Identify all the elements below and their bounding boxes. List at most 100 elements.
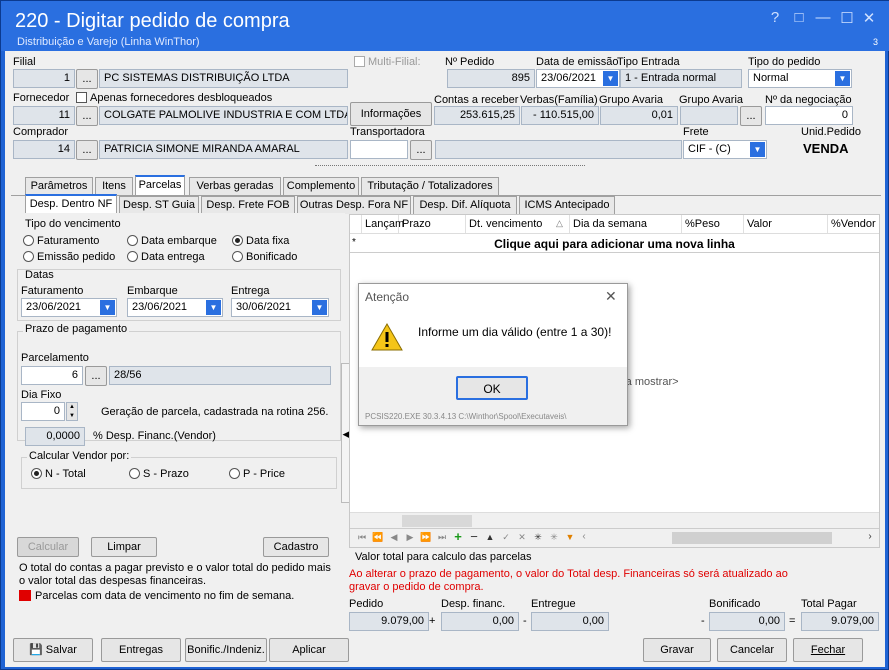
radio-vendor-prazo[interactable]: S - Prazo — [129, 468, 189, 480]
chevron-down-icon[interactable]: ▼ — [312, 300, 327, 315]
subtab-desp-st-guia[interactable]: Desp. ST Guia — [119, 196, 199, 214]
salvar-button[interactable]: 💾 Salvar — [13, 638, 93, 662]
col-lancam[interactable]: Lançam — [362, 215, 404, 233]
radio-emissao-pedido[interactable]: Emissão pedido — [23, 251, 115, 263]
grid-hscroll-thumb[interactable] — [402, 515, 472, 527]
radio-data-entrega[interactable]: Data entrega — [127, 251, 205, 263]
parcelamento-field[interactable]: 6 — [21, 366, 83, 385]
close-icon[interactable]: ✕ — [605, 288, 617, 305]
add-row[interactable]: * Clique aqui para adicionar uma nova li… — [350, 235, 879, 253]
help-icon[interactable]: ? — [765, 9, 785, 26]
bonific-button[interactable]: Bonific./Indeniz. — [185, 638, 267, 662]
grupo-avaria-search-button[interactable]: ... — [740, 106, 762, 126]
radio-data-fixa[interactable]: Data fixa — [232, 235, 289, 247]
minimize-icon[interactable]: — — [813, 9, 833, 26]
subtab-outras-desp[interactable]: Outras Desp. Fora NF — [297, 196, 411, 214]
frete-select[interactable]: CIF - (C) ▼ — [683, 140, 767, 159]
add-record-icon[interactable]: + — [450, 529, 466, 545]
comprador-search-button[interactable]: ... — [76, 140, 98, 160]
bonificado-field: 0,00 — [709, 612, 785, 631]
multi-filial-checkbox[interactable]: Multi-Filial: — [354, 56, 421, 68]
subtab-desp-dif-aliquota[interactable]: Desp. Dif. Alíquota — [413, 196, 517, 214]
transportadora-code-field[interactable] — [350, 140, 408, 159]
col-prazo[interactable]: Prazo — [399, 215, 466, 233]
tab-parcelas[interactable]: Parcelas — [135, 175, 185, 195]
tab-parametros[interactable]: Parâmetros — [25, 177, 93, 195]
informacoes-button[interactable]: Informações — [350, 102, 432, 126]
npedido-field[interactable]: 895 — [447, 69, 535, 88]
faturamento-date-field[interactable]: 23/06/2021 ▼ — [21, 298, 117, 317]
radio-bonificado[interactable]: Bonificado — [232, 251, 297, 263]
transportadora-search-button[interactable]: ... — [410, 140, 432, 160]
embarque-date-field[interactable]: 23/06/2021 ▼ — [127, 298, 223, 317]
nav-scroll-thumb[interactable] — [672, 532, 832, 544]
col-vendor[interactable]: %Vendor — [828, 215, 879, 233]
entrega-date-field[interactable]: 30/06/2021 ▼ — [231, 298, 329, 317]
negociacao-field[interactable]: 0 — [765, 106, 853, 125]
ok-button[interactable]: OK — [456, 376, 528, 400]
radio-data-embarque[interactable]: Data embarque — [127, 235, 217, 247]
tab-itens[interactable]: Itens — [95, 177, 133, 195]
apenas-desbloqueados-checkbox[interactable]: Apenas fornecedores desbloqueados — [76, 92, 272, 104]
desp-financ-field[interactable]: 0,0000 — [25, 427, 85, 446]
grid-navigator: ⏮ ⏪ ◀ ▶ ⏩ ⏭ + − ▲ ✓ ✕ ✳ ✳ ▼ ‹ › — [350, 528, 879, 547]
col-valor[interactable]: Valor — [744, 215, 828, 233]
next-record-icon[interactable]: ▶ — [402, 529, 418, 545]
limpar-button[interactable]: Limpar — [91, 537, 157, 557]
last-record-icon[interactable]: ⏭ — [434, 529, 450, 545]
entregas-button[interactable]: Entregas — [101, 638, 181, 662]
col-dt-vencimento[interactable]: Dt. vencimento — [466, 215, 570, 233]
post-record-icon[interactable]: ✓ — [498, 529, 514, 545]
maximize-icon[interactable]: ☐ — [837, 9, 857, 27]
restore-icon[interactable]: □ — [789, 9, 809, 26]
first-record-icon[interactable]: ⏮ — [354, 529, 370, 545]
stepper-arrows-icon[interactable]: ▲ ▼ — [66, 402, 78, 421]
grupo-avaria2-field[interactable] — [680, 106, 738, 125]
filial-search-button[interactable]: ... — [76, 69, 98, 89]
subtab-desp-frete-fob[interactable]: Desp. Frete FOB — [201, 196, 295, 214]
chevron-down-icon[interactable]: ▼ — [100, 300, 115, 315]
data-emissao-field[interactable]: 23/06/2021 ▼ — [536, 69, 620, 88]
tab-tributacao[interactable]: Tributação / Totalizadores — [361, 177, 499, 195]
chevron-down-icon[interactable]: ▼ — [750, 142, 765, 157]
cadastro-button[interactable]: Cadastro — [263, 537, 329, 557]
radio-vendor-total[interactable]: N - Total — [31, 468, 86, 480]
fornecedor-code-field[interactable]: 11 — [13, 106, 75, 125]
close-icon[interactable]: ✕ — [859, 9, 879, 27]
subtab-icms-antecipado[interactable]: ICMS Antecipado — [519, 196, 615, 214]
dia-fixo-stepper[interactable]: 0 — [21, 402, 65, 421]
chevron-down-icon[interactable]: ▼ — [835, 71, 850, 86]
radio-vendor-price[interactable]: P - Price — [229, 468, 285, 480]
parcelamento-search-button[interactable]: ... — [85, 366, 107, 386]
fechar-button[interactable]: Fechar — [793, 638, 863, 662]
fornecedor-search-button[interactable]: ... — [76, 106, 98, 126]
col-dia-semana[interactable]: Dia da semana — [570, 215, 682, 233]
col-peso[interactable]: %Peso — [682, 215, 744, 233]
subtab-desp-dentro-nf[interactable]: Desp. Dentro NF — [25, 194, 117, 214]
prev-record-icon[interactable]: ◀ — [386, 529, 402, 545]
radio-faturamento[interactable]: Faturamento — [23, 235, 99, 247]
edit-record-icon[interactable]: ▲ — [482, 529, 498, 545]
tab-verbas-geradas[interactable]: Verbas geradas — [189, 177, 281, 195]
tipo-pedido-select[interactable]: Normal ▼ — [748, 69, 852, 88]
calcular-button[interactable]: Calcular — [17, 537, 79, 557]
tipo-entrada-field[interactable]: 1 - Entrada normal — [620, 69, 742, 88]
cancelar-button[interactable]: Cancelar — [717, 638, 787, 662]
tab-complemento[interactable]: Complemento — [283, 177, 359, 195]
grid-hscroll[interactable] — [350, 512, 879, 528]
scroll-left-icon[interactable]: ‹ — [576, 529, 592, 545]
aplicar-button[interactable]: Aplicar — [269, 638, 349, 662]
next-page-icon[interactable]: ⏩ — [418, 529, 434, 545]
refresh-icon[interactable]: ✳ — [530, 529, 546, 545]
comprador-code-field[interactable]: 14 — [13, 140, 75, 159]
delete-record-icon[interactable]: − — [466, 529, 482, 545]
prev-page-icon[interactable]: ⏪ — [370, 529, 386, 545]
filial-code-field[interactable]: 1 — [13, 69, 75, 88]
cancel-record-icon[interactable]: ✕ — [514, 529, 530, 545]
checkbox-icon — [76, 92, 87, 103]
chevron-down-icon[interactable]: ▼ — [603, 71, 618, 86]
scroll-right-icon[interactable]: › — [862, 529, 878, 545]
gravar-button[interactable]: Gravar — [643, 638, 711, 662]
chevron-down-icon[interactable]: ▼ — [206, 300, 221, 315]
bookmark-icon[interactable]: ✳ — [546, 529, 562, 545]
